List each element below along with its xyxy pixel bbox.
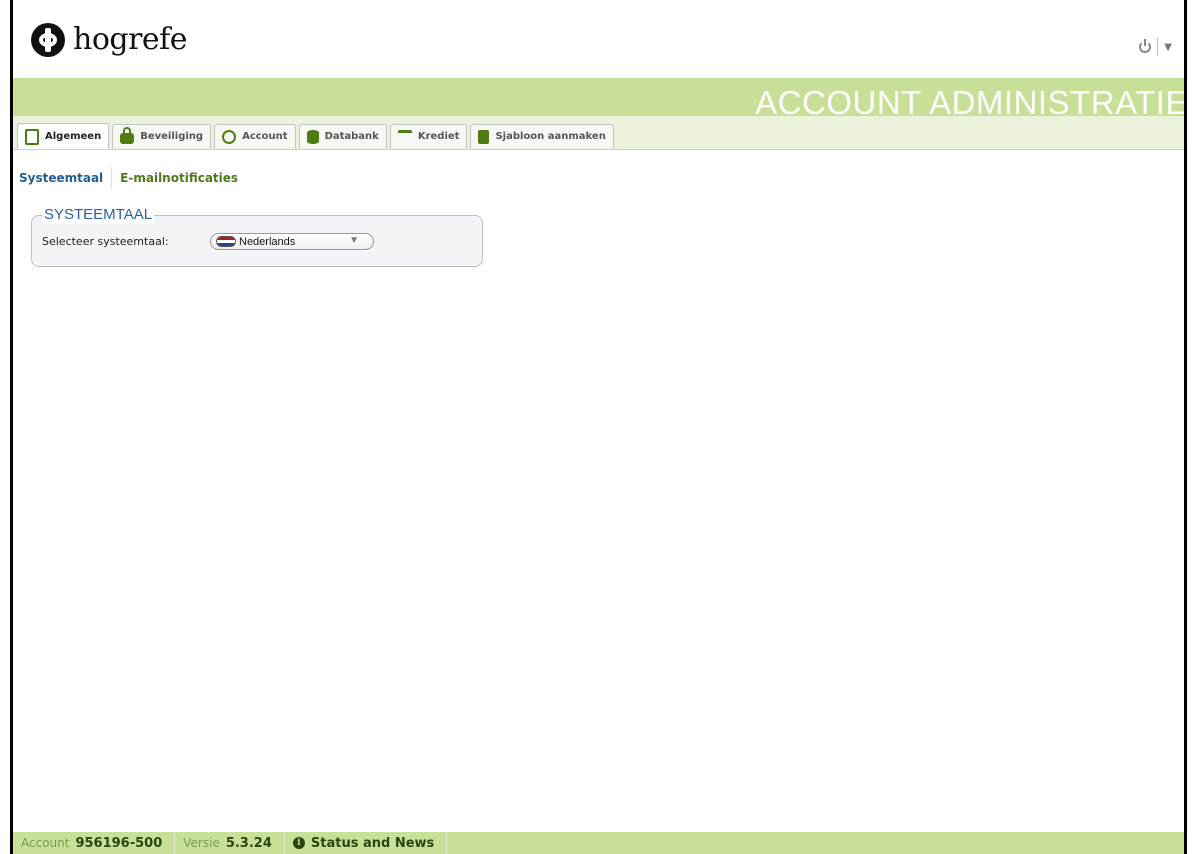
netherlands-flag-icon [216, 236, 236, 247]
account-icon [222, 129, 237, 144]
version-label: Versie [183, 836, 220, 850]
account-number: 956196-500 [75, 835, 163, 851]
chevron-down-icon: ▼ [349, 235, 359, 246]
status-news-link[interactable]: i Status and News [285, 832, 448, 854]
divider [1157, 38, 1159, 56]
tabs: Algemeen Beveiliging Account Databank Kr… [17, 123, 614, 149]
page-title: ACCOUNT ADMINISTRATIE [755, 84, 1184, 116]
language-select[interactable]: Nederlands ▼ [210, 233, 374, 250]
subnav-systeemtaal[interactable]: Systeemtaal [19, 171, 103, 185]
title-banner: ACCOUNT ADMINISTRATIE [13, 78, 1184, 116]
status-footer: Account 956196-500 Versie 5.3.24 i Statu… [13, 832, 1184, 854]
scale-icon [397, 130, 412, 143]
document-icon [478, 129, 490, 144]
top-bar: hogrefe ▼ [13, 0, 1184, 78]
tab-label: Beveiliging [140, 131, 204, 142]
sub-navigation: Systeemtaal E-mailnotificaties [19, 167, 238, 189]
status-news-label: Status and News [310, 835, 435, 851]
logo-text: hogrefe [73, 22, 188, 57]
tab-label: Algemeen [45, 131, 102, 142]
tab-algemeen[interactable]: Algemeen [17, 123, 110, 149]
language-panel: SYSTEEMTAAL Selecteer systeemtaal: Neder… [31, 206, 483, 267]
tab-label: Sjabloon aanmaken [495, 131, 606, 142]
app-frame: hogrefe ▼ ACCOUNT ADMINISTRATIE Algemeen… [10, 0, 1187, 854]
tab-sjabloon-aanmaken[interactable]: Sjabloon aanmaken [470, 124, 614, 148]
tab-label: Databank [324, 131, 379, 142]
tab-label: Krediet [417, 131, 460, 142]
account-info: Account 956196-500 [13, 832, 176, 854]
info-icon: i [292, 837, 305, 849]
version-info: Versie 5.3.24 [175, 832, 285, 854]
lock-icon [120, 126, 135, 144]
power-icon[interactable] [1139, 39, 1152, 53]
tab-beveiliging[interactable]: Beveiliging [112, 124, 212, 148]
tab-krediet[interactable]: Krediet [389, 124, 468, 148]
version-number: 5.3.24 [225, 835, 272, 851]
tab-bar: Algemeen Beveiliging Account Databank Kr… [13, 116, 1184, 150]
subnav-e-mailnotificaties[interactable]: E-mailnotificaties [120, 171, 238, 185]
language-label: Selecteer systeemtaal: [42, 235, 169, 248]
tab-label: Account [242, 131, 288, 142]
panel-legend: SYSTEEMTAAL [42, 206, 155, 224]
account-label: Account [21, 836, 70, 850]
user-menu[interactable]: ▼ [1139, 38, 1172, 56]
hogrefe-logo-icon [31, 22, 65, 57]
tab-account[interactable]: Account [214, 124, 296, 148]
chevron-down-icon[interactable]: ▼ [1164, 42, 1172, 53]
divider [111, 167, 113, 189]
logo[interactable]: hogrefe [31, 22, 188, 57]
tab-databank[interactable]: Databank [298, 124, 387, 148]
general-icon [25, 128, 39, 145]
database-icon [306, 129, 319, 144]
language-select-value: Nederlands [239, 236, 296, 248]
